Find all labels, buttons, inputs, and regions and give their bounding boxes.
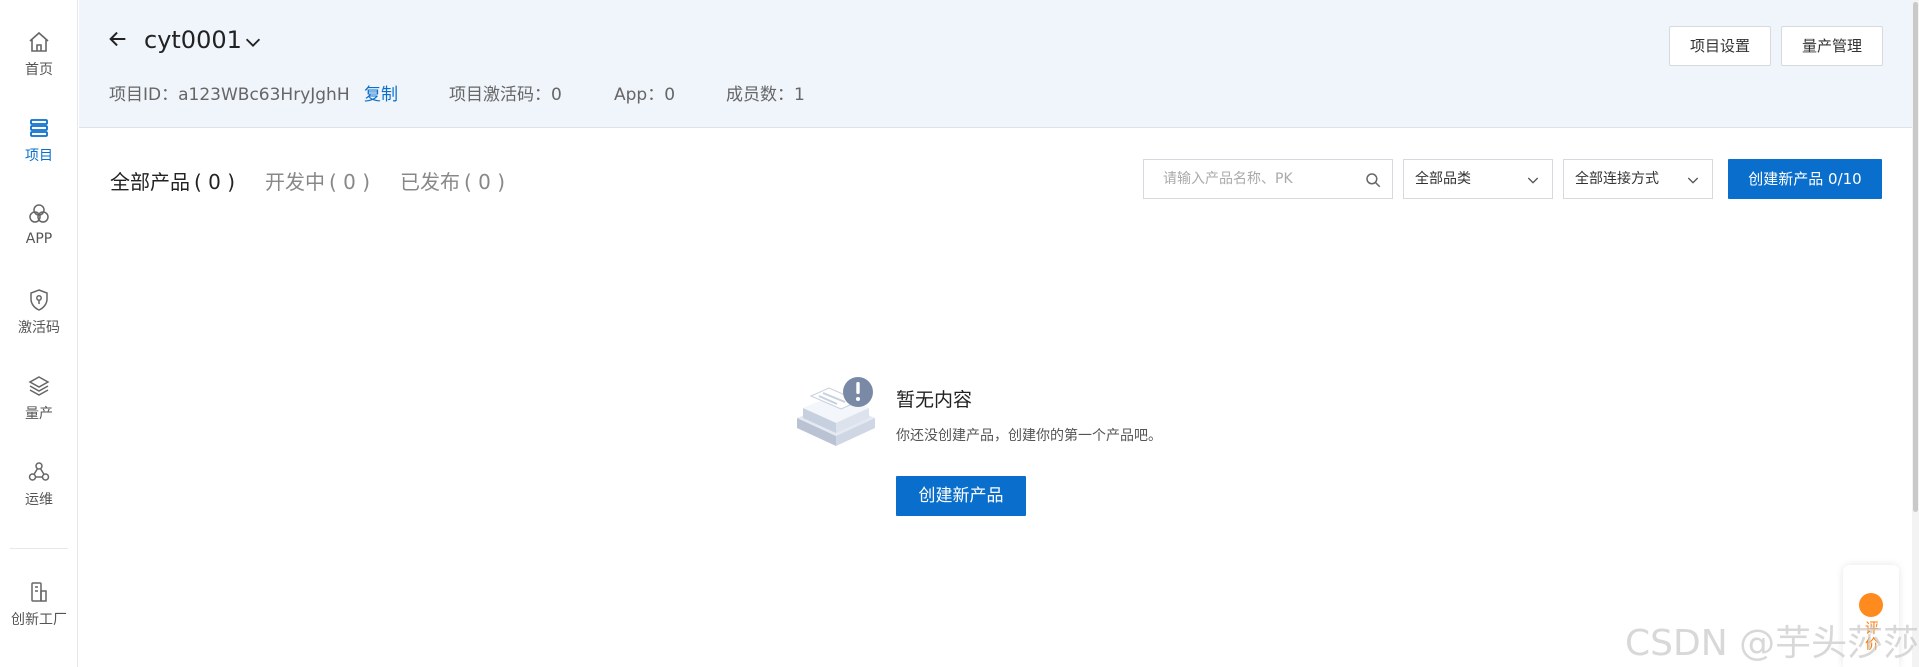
- tab-in-development[interactable]: 开发中( 0 ): [265, 166, 370, 195]
- member-count: 成员数：1: [726, 85, 805, 105]
- sidebar-item-operations[interactable]: 运维: [0, 460, 78, 534]
- sidebar-item-home[interactable]: 首页: [0, 30, 78, 104]
- create-product-button[interactable]: 创建新产品 0/10: [1728, 159, 1882, 199]
- sidebar-divider: [10, 548, 68, 549]
- project-activation-code: 项目激活码：0: [449, 85, 562, 105]
- tab-label: 开发中: [265, 170, 325, 194]
- category-select[interactable]: 全部品类: [1403, 159, 1553, 199]
- tab-all-products[interactable]: 全部产品( 0 ): [110, 166, 235, 195]
- connection-select[interactable]: 全部连接方式: [1563, 159, 1713, 199]
- nodes-icon: [28, 462, 50, 481]
- sidebar-item-label: APP: [25, 231, 53, 247]
- sidebar-item-projects[interactable]: 项目: [0, 116, 78, 190]
- tab-published[interactable]: 已发布( 0 ): [400, 166, 505, 195]
- app-root: 首页 项目 APP 激活码 量产 运维 创新工厂 cyt0001 项目ID：a1…: [0, 0, 1919, 667]
- sidebar-item-innovation-factory[interactable]: 创新工厂: [0, 580, 78, 654]
- empty-box-illustration: [797, 377, 875, 446]
- home-icon: [29, 31, 49, 52]
- sidebar-item-app[interactable]: APP: [0, 202, 78, 276]
- product-search: [1143, 159, 1393, 199]
- copy-link[interactable]: 复制: [364, 80, 398, 105]
- project-header: cyt0001 项目ID：a123WBc63HryJghH 复制 项目激活码：0…: [79, 0, 1912, 128]
- scrollbar-thumb[interactable]: [1913, 2, 1918, 512]
- factory-icon: [31, 582, 47, 602]
- sidebar-item-activation[interactable]: 激活码: [0, 288, 78, 362]
- sidebar-item-label: 量产: [25, 406, 53, 422]
- tab-count: ( 0 ): [464, 170, 506, 194]
- category-select-value: 全部品类: [1415, 171, 1471, 187]
- watermark: CSDN @芋头莎莎: [1625, 623, 1919, 664]
- search-icon[interactable]: [1364, 171, 1382, 189]
- tab-count: ( 0 ): [329, 170, 371, 194]
- app-circles-icon: [29, 204, 49, 223]
- back-arrow-icon[interactable]: [107, 28, 129, 50]
- empty-create-product-button[interactable]: 创建新产品: [896, 476, 1026, 516]
- empty-state-title: 暂无内容: [896, 389, 973, 411]
- sidebar-item-label: 运维: [25, 492, 53, 508]
- project-title: cyt0001: [144, 26, 242, 54]
- tab-label: 全部产品: [110, 170, 190, 194]
- stack-icon: [28, 376, 50, 396]
- search-input[interactable]: [1144, 160, 1354, 198]
- chevron-down-icon[interactable]: [242, 31, 264, 53]
- app-count: App：0: [614, 85, 676, 105]
- sidebar-item-mass-production[interactable]: 量产: [0, 374, 78, 448]
- chevron-down-icon: [1687, 177, 1699, 184]
- left-sidebar: 首页 项目 APP 激活码 量产 运维 创新工厂: [0, 0, 78, 667]
- sidebar-item-label: 首页: [25, 62, 53, 78]
- connection-select-value: 全部连接方式: [1575, 171, 1659, 187]
- chevron-down-icon: [1527, 177, 1539, 184]
- project-id: 项目ID：a123WBc63HryJghH: [109, 85, 350, 105]
- layers-list-icon: [30, 119, 48, 137]
- tab-count: ( 0 ): [194, 170, 236, 194]
- sidebar-item-label: 项目: [25, 148, 53, 164]
- sidebar-item-label: 激活码: [18, 320, 60, 336]
- empty-state-description: 你还没创建产品，创建你的第一个产品吧。: [896, 428, 1162, 444]
- shield-key-icon: [30, 289, 48, 311]
- mass-production-button[interactable]: 量产管理: [1781, 26, 1883, 66]
- project-settings-button[interactable]: 项目设置: [1669, 26, 1771, 66]
- sidebar-item-label: 创新工厂: [11, 612, 67, 628]
- tab-label: 已发布: [400, 170, 460, 194]
